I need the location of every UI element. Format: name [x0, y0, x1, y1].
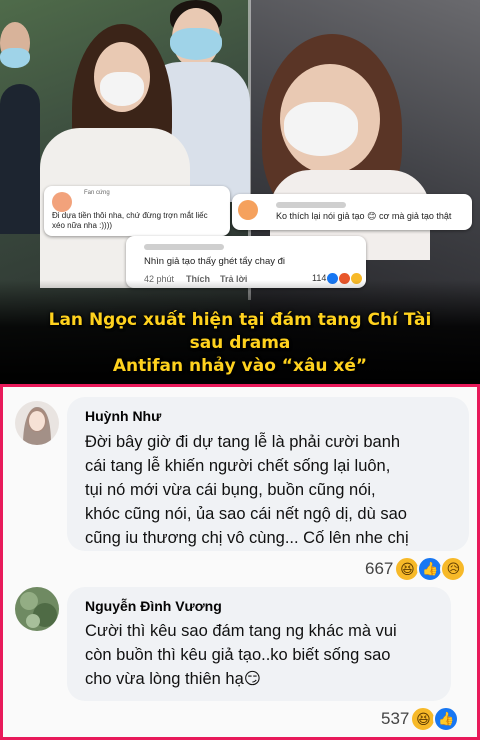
reaction-count: 537	[381, 709, 410, 728]
comment-line: cũng iu thương chị vô cùng... Cố lên nhe…	[85, 529, 409, 547]
avatar[interactable]	[15, 587, 59, 631]
comment-reactions[interactable]: 537 😆 👍	[381, 706, 460, 732]
comment-author[interactable]: Nguyễn Đình Vương	[85, 598, 222, 614]
mini-comment-text: Ko thích lại nói giả tạo 😊 cơ mà giả tạo…	[276, 211, 452, 221]
comment-line: khóc cũng nói, ủa sao cái nết ngộ dị, dù…	[85, 505, 407, 523]
mini-comment-name-blurred	[144, 244, 224, 250]
news-photo-banner: Fan cứng Đi dựa tiền thôi nha, chứ đừng …	[0, 0, 480, 384]
comment-text: Đời bây giờ đi dự tang lễ là phải cười b…	[85, 430, 465, 550]
reaction-count: 667	[365, 559, 394, 578]
mini-comment-text: Nhìn giả tạo thấy ghét tẩy chay đi	[144, 256, 286, 267]
comment-line: cái tang lễ khiến người chết sống lại lu…	[85, 457, 391, 475]
like-icon: 👍	[433, 706, 460, 732]
comment-bubble: Huỳnh Như Đời bây giờ đi dự tang lễ là p…	[67, 397, 469, 551]
mini-comment-2: Ko thích lại nói giả tạo 😊 cơ mà giả tạo…	[232, 194, 472, 230]
mini-comment-text: Đi dựa tiền thôi nha, chứ đừng trợn mắt …	[52, 211, 208, 220]
headline-line-3: Antifan nhảy vào “xâu xé”	[112, 356, 368, 376]
mini-comment-name-blurred	[276, 202, 346, 208]
comment-author[interactable]: Huỳnh Như	[85, 408, 161, 424]
comment-reactions[interactable]: 667 😆 👍 😥	[365, 556, 467, 582]
mini-comment-1: Fan cứng Đi dựa tiền thôi nha, chứ đừng …	[44, 186, 230, 236]
headline-line-1: Lan Ngọc xuất hiện tại đám tang Chí Tài	[48, 310, 432, 330]
user-photo-icon	[15, 587, 59, 631]
mini-comment-text: xéo nữa nha :))))	[52, 221, 113, 230]
mini-comment-tag: Fan cứng	[84, 190, 110, 196]
user-photo-icon	[15, 401, 59, 445]
mini-comment-avatar	[52, 192, 72, 212]
comment-line: Cười thì kêu sao đám tang ng khác mà vui	[85, 622, 397, 640]
avatar[interactable]	[15, 401, 59, 445]
sad-icon: 😥	[440, 556, 467, 582]
mini-comment-avatar	[238, 200, 258, 220]
comment-line: còn buồn thì kêu giả tạo..ko biết sống s…	[85, 646, 391, 664]
comment-line: Đời bây giờ đi dự tang lễ là phải cười b…	[85, 433, 401, 451]
headline-line-2: sau drama	[189, 333, 291, 353]
comment-line: cho vừa lòng thiên hạ😏	[85, 670, 261, 688]
comment-text: Cười thì kêu sao đám tang ng khác mà vui…	[85, 619, 447, 691]
comment-line: tụi nó mới vừa cái bụng, buồn cũng nói,	[85, 481, 376, 499]
comments-panel: Huỳnh Như Đời bây giờ đi dự tang lễ là p…	[0, 384, 480, 740]
comment-bubble: Nguyễn Đình Vương Cười thì kêu sao đám t…	[67, 587, 451, 701]
